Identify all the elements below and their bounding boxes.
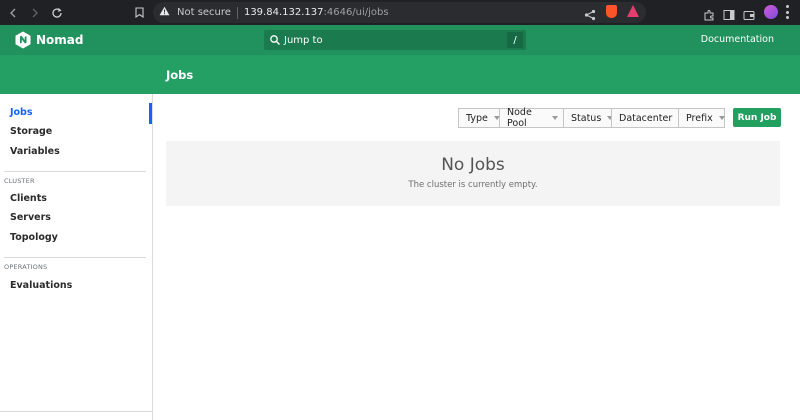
wallet-icon[interactable] bbox=[743, 6, 755, 20]
filter-datacenter-label: Datacenter bbox=[619, 112, 673, 124]
documentation-link[interactable]: Documentation bbox=[701, 34, 774, 45]
extensions-icon[interactable] bbox=[703, 6, 715, 21]
reload-icon[interactable] bbox=[46, 0, 68, 25]
sidebar-item-variables[interactable]: Variables bbox=[10, 146, 60, 157]
jump-to-search[interactable]: Jump to / bbox=[264, 30, 526, 50]
sidebar-item-storage[interactable]: Storage bbox=[10, 126, 52, 137]
filter-datacenter[interactable]: Datacenter bbox=[611, 108, 685, 128]
brave-shield-icon[interactable] bbox=[606, 5, 617, 18]
search-placeholder: Jump to bbox=[284, 34, 323, 46]
url-separator bbox=[236, 6, 238, 19]
sidebar-item-evaluations[interactable]: Evaluations bbox=[10, 280, 72, 291]
sidebar-divider bbox=[4, 257, 146, 258]
empty-state-title: No Jobs bbox=[441, 155, 505, 175]
url-host: 139.84.132.137 bbox=[243, 7, 324, 18]
warning-icon bbox=[159, 6, 173, 19]
filter-status[interactable]: Status bbox=[563, 108, 614, 128]
page-header: Jobs bbox=[0, 55, 800, 94]
app-header: Nomad Jump to / Documentation bbox=[0, 25, 800, 55]
page-title: Jobs bbox=[166, 68, 194, 82]
sidebar-item-jobs[interactable]: Jobs bbox=[10, 107, 33, 118]
profile-avatar-icon[interactable] bbox=[764, 5, 778, 19]
sidebar-item-servers[interactable]: Servers bbox=[10, 212, 51, 223]
sidebar-toggle-icon[interactable] bbox=[723, 6, 735, 20]
chevron-down-icon bbox=[552, 116, 558, 120]
nomad-logo-icon bbox=[15, 31, 31, 49]
sidebar-bottom-divider bbox=[0, 411, 152, 412]
search-icon bbox=[270, 35, 280, 45]
job-filters: Type Node Pool Status Datacenter Prefix bbox=[458, 107, 725, 129]
filter-type-label: Type bbox=[466, 112, 488, 124]
filter-prefix-label: Prefix bbox=[686, 112, 713, 124]
search-shortcut-key: / bbox=[507, 32, 523, 48]
filter-status-label: Status bbox=[571, 112, 602, 124]
nomad-logo[interactable]: Nomad bbox=[15, 31, 83, 49]
forward-icon[interactable] bbox=[24, 0, 46, 25]
empty-state-message: The cluster is currently empty. bbox=[408, 180, 538, 190]
bookmark-icon[interactable] bbox=[130, 0, 148, 25]
url-path: :4646/ui/jobs bbox=[323, 7, 389, 18]
filter-type[interactable]: Type bbox=[458, 108, 500, 128]
run-job-button[interactable]: Run Job bbox=[733, 108, 781, 127]
security-status: Not secure bbox=[177, 7, 231, 18]
brand-name: Nomad bbox=[36, 33, 84, 47]
address-bar[interactable]: Not secure 139.84.132.137 :4646/ui/jobs bbox=[153, 2, 646, 23]
brave-rewards-icon[interactable] bbox=[627, 5, 639, 17]
sidebar-item-clients[interactable]: Clients bbox=[10, 193, 47, 204]
filter-prefix[interactable]: Prefix bbox=[678, 108, 725, 128]
filter-node-pool-label: Node Pool bbox=[507, 107, 532, 129]
empty-state: No Jobs The cluster is currently empty. bbox=[166, 141, 780, 206]
back-icon[interactable] bbox=[2, 0, 24, 25]
sidebar-heading-cluster: CLUSTER bbox=[4, 177, 35, 185]
sidebar-heading-operations: OPERATIONS bbox=[4, 263, 48, 271]
sidebar: Jobs Storage Variables CLUSTER Clients S… bbox=[0, 94, 153, 420]
sidebar-item-topology[interactable]: Topology bbox=[10, 232, 58, 243]
browser-menu-icon[interactable] bbox=[786, 5, 790, 19]
filter-node-pool[interactable]: Node Pool bbox=[499, 107, 564, 129]
share-icon[interactable] bbox=[584, 6, 596, 21]
sidebar-active-indicator bbox=[149, 103, 152, 124]
sidebar-divider bbox=[4, 171, 146, 172]
chevron-down-icon bbox=[718, 116, 725, 120]
